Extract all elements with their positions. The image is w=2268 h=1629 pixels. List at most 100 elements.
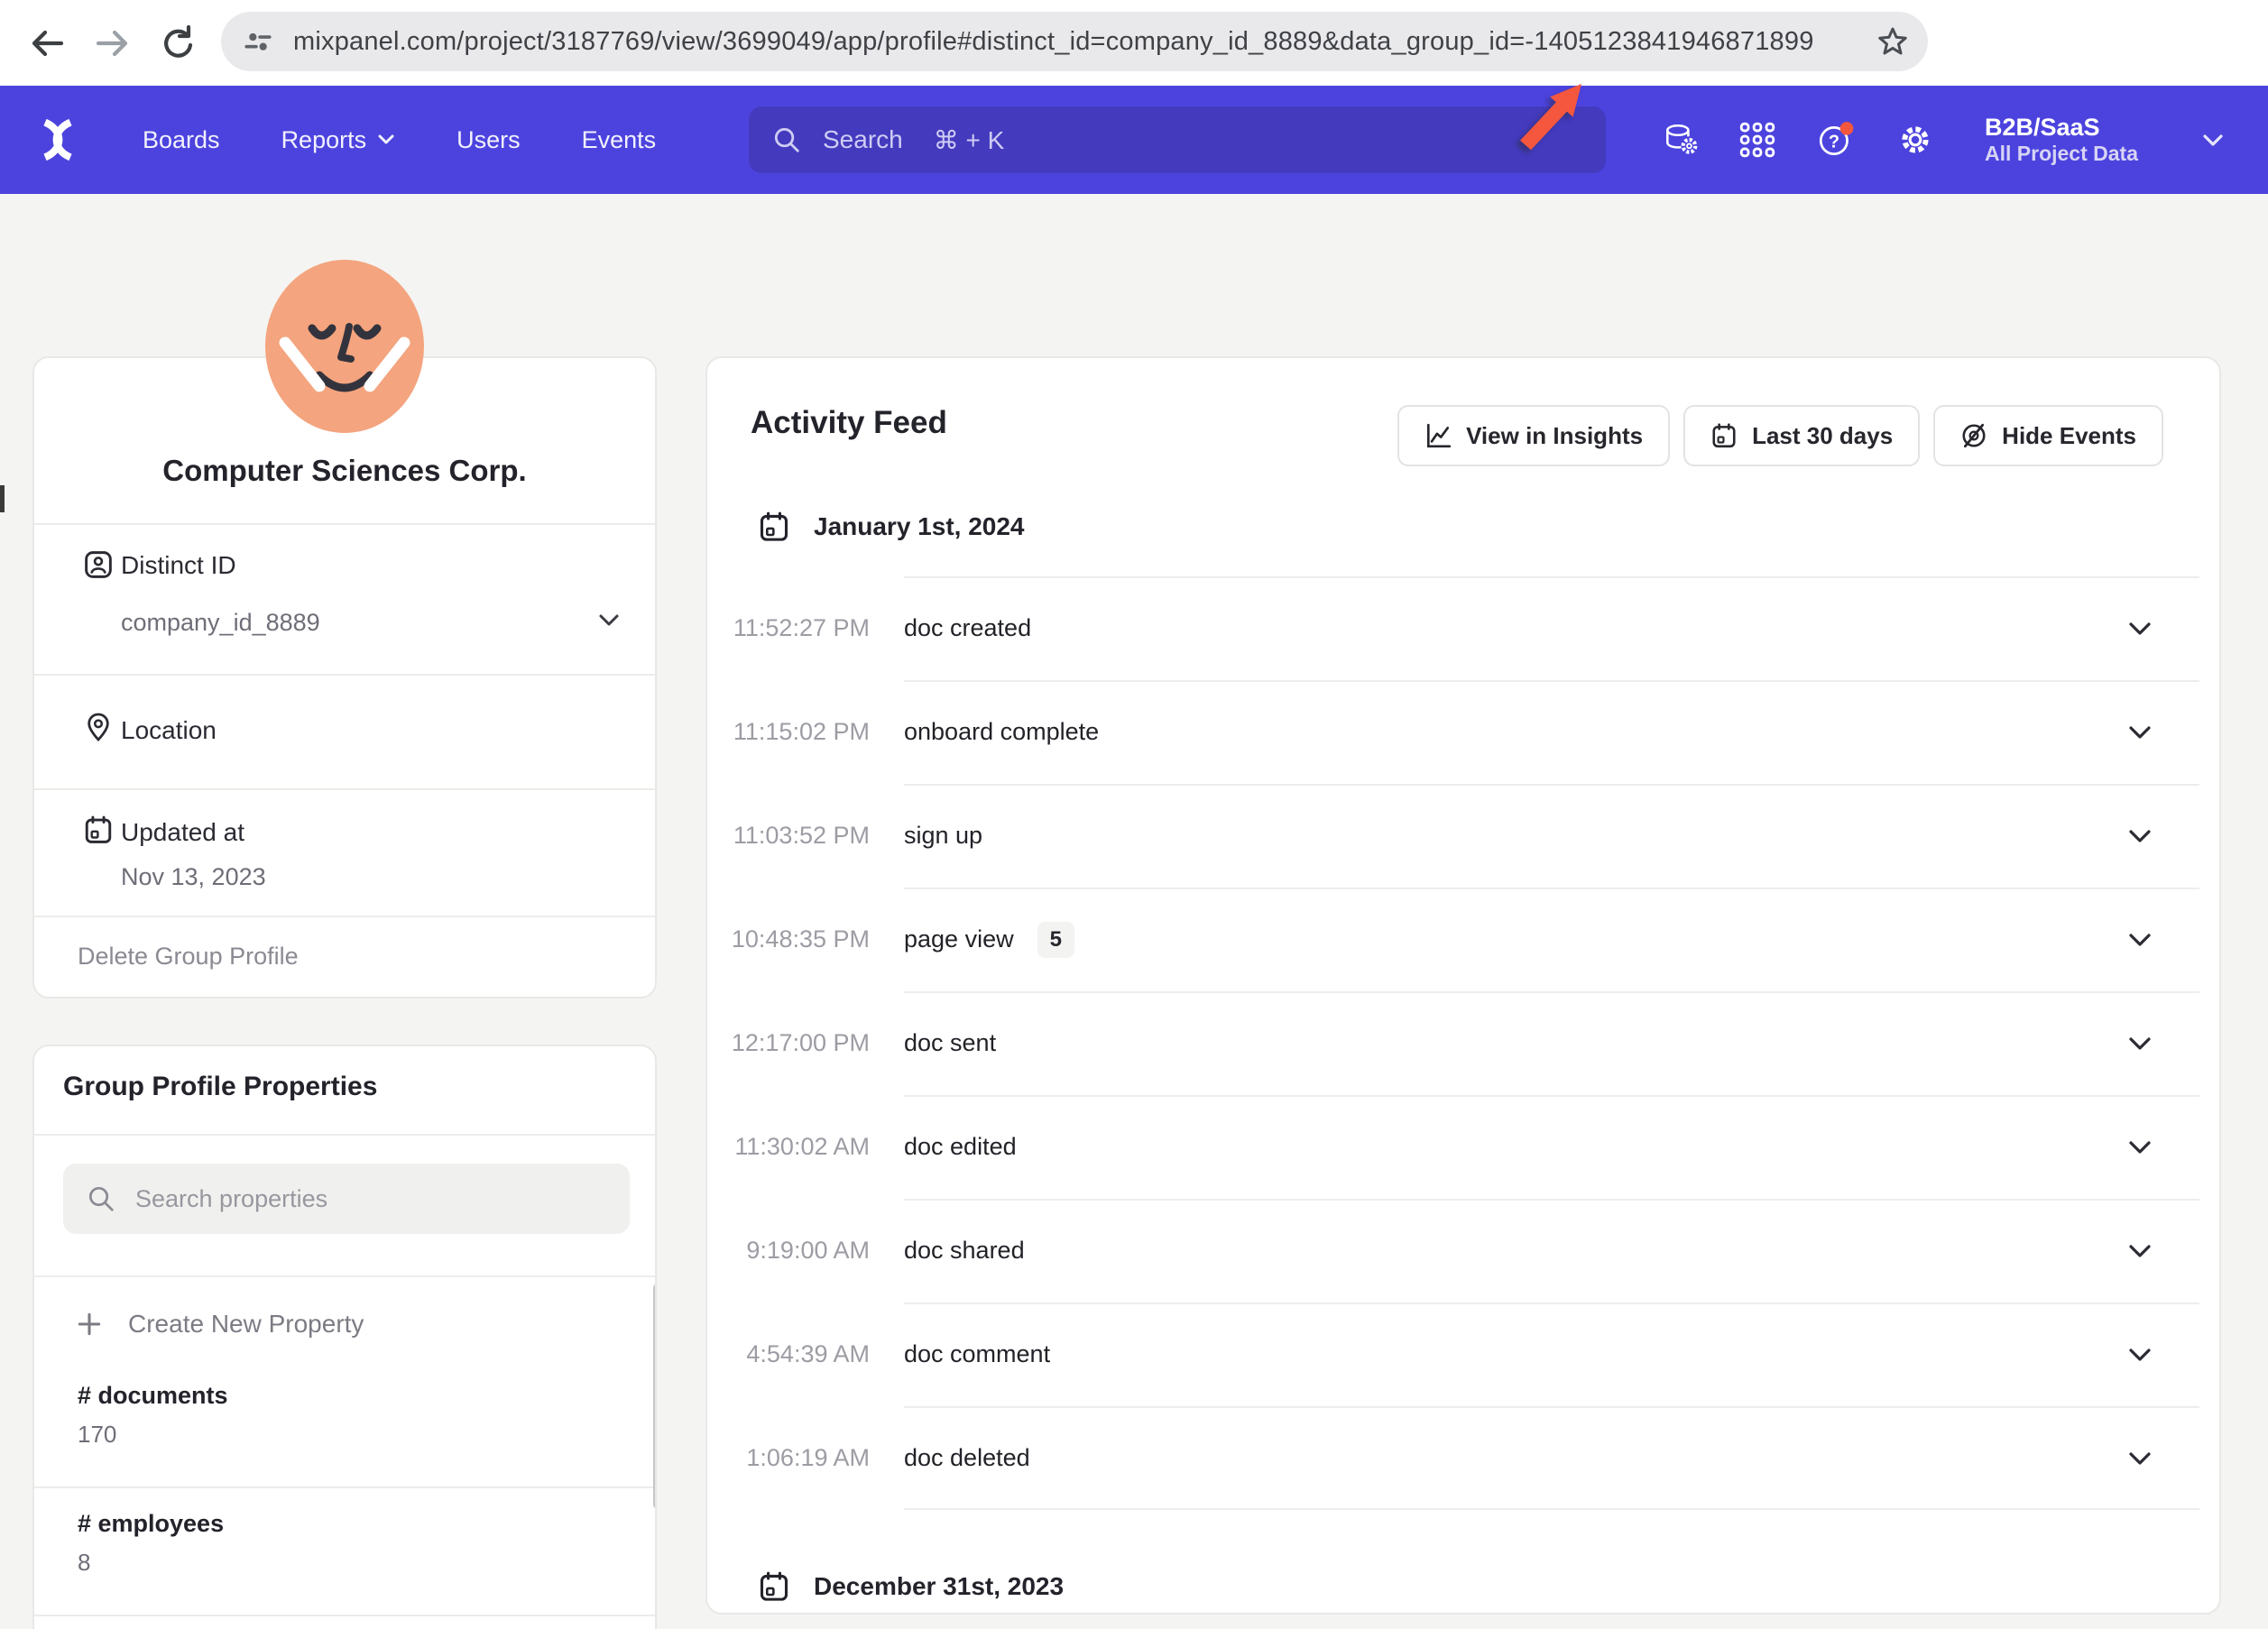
nav-item-users[interactable]: Users [456, 126, 521, 154]
distinct-id-label: Distinct ID [121, 551, 236, 580]
annotation-arrow [1518, 78, 1586, 152]
event-time: 11:03:52 PM [707, 822, 870, 850]
hide-events-button[interactable]: Hide Events [1933, 405, 2163, 466]
group-properties-card: Group Profile Properties Create New Prop… [32, 1045, 657, 1629]
event-expand-chevron-icon[interactable] [2127, 724, 2153, 741]
properties-search-input[interactable] [135, 1185, 559, 1213]
event-time: 11:15:02 PM [707, 718, 870, 746]
activity-feed: January 1st, 2024 11:52:27 PM doc create… [707, 477, 2219, 1615]
nav-item-events[interactable]: Events [582, 126, 657, 154]
delete-group-profile-button[interactable]: Delete Group Profile [78, 943, 299, 971]
site-settings-icon[interactable] [243, 26, 273, 57]
event-time: 1:06:19 AM [707, 1444, 870, 1472]
event-time: 9:19:00 AM [707, 1237, 870, 1265]
chevron-down-icon [377, 133, 395, 146]
property-name: # documents [78, 1382, 655, 1410]
event-expand-chevron-icon[interactable] [2127, 1139, 2153, 1155]
event-time: 4:54:39 AM [707, 1340, 870, 1368]
workspace-chevron-down-icon[interactable] [2201, 133, 2225, 148]
workspace-switcher[interactable]: B2B/SaaS All Project Data [1985, 113, 2138, 167]
event-time: 10:48:35 PM [707, 925, 870, 953]
insights-chart-icon [1424, 422, 1452, 449]
apps-grid-icon[interactable] [1739, 122, 1775, 158]
nav-item-reports[interactable]: Reports [281, 126, 396, 154]
nav-item-boards[interactable]: Boards [143, 126, 220, 154]
properties-search-box[interactable] [63, 1164, 630, 1234]
event-count-badge: 5 [1037, 922, 1074, 958]
distinct-id-chevron-down-icon[interactable] [597, 612, 621, 628]
svg-text:?: ? [1829, 132, 1839, 152]
mixpanel-group-profile-screen: mixpanel.com/project/3187769/view/369904… [0, 0, 2268, 1629]
event-row[interactable]: 10:48:35 PM page view 5 [707, 888, 2219, 991]
event-row[interactable]: 11:30:02 AM doc edited [707, 1095, 2219, 1199]
event-time: 12:17:00 PM [707, 1029, 870, 1057]
global-search-input[interactable]: Search ⌘ + K [749, 106, 1606, 173]
calendar-icon [758, 1570, 790, 1603]
bookmark-star-icon[interactable] [1876, 24, 1910, 59]
url-highlighted-id: -1405123841946871899 [1525, 27, 1813, 57]
url-prefix: mixpanel.com/project/3187769/view/369904… [293, 27, 1525, 56]
calendar-icon [758, 511, 790, 543]
view-in-insights-button[interactable]: View in Insights [1397, 405, 1670, 466]
event-time: 11:30:02 AM [707, 1133, 870, 1161]
workspace-scope: All Project Data [1985, 142, 2138, 167]
event-expand-chevron-icon[interactable] [2127, 932, 2153, 948]
plus-icon [78, 1312, 101, 1336]
workspace-name: B2B/SaaS [1985, 113, 2138, 142]
settings-gear-icon[interactable] [1896, 121, 1934, 159]
search-icon [772, 125, 801, 154]
location-pin-icon [83, 712, 114, 742]
property-item[interactable]: # documents 170 [34, 1360, 655, 1488]
event-name: page view [904, 925, 1014, 953]
activity-actions: View in Insights Last 30 days Hide Event… [1397, 405, 2163, 466]
event-expand-chevron-icon[interactable] [2127, 621, 2153, 637]
properties-title: Group Profile Properties [63, 1072, 377, 1102]
event-expand-chevron-icon[interactable] [2127, 828, 2153, 844]
url-text[interactable]: mixpanel.com/project/3187769/view/369904… [293, 27, 1876, 57]
event-row[interactable]: 1:06:19 AM doc deleted [707, 1406, 2219, 1510]
help-icon[interactable]: ? [1815, 119, 1857, 161]
event-name: doc deleted [904, 1444, 1030, 1472]
search-shortcut: ⌘ + K [934, 125, 1005, 155]
event-expand-chevron-icon[interactable] [2127, 1347, 2153, 1363]
property-item[interactable]: # employees 8 [34, 1488, 655, 1616]
company-name: Computer Sciences Corp. [34, 454, 655, 488]
search-placeholder: Search [823, 125, 903, 154]
event-name: doc edited [904, 1133, 1017, 1161]
search-icon [87, 1184, 115, 1213]
event-name: doc comment [904, 1340, 1050, 1368]
distinct-id-value: company_id_8889 [121, 609, 320, 637]
event-time: 11:52:27 PM [707, 614, 870, 642]
address-bar[interactable]: mixpanel.com/project/3187769/view/369904… [221, 12, 1928, 71]
event-expand-chevron-icon[interactable] [2127, 1035, 2153, 1052]
browser-back-icon[interactable] [27, 23, 67, 63]
event-list: 11:52:27 PM doc created 11:15:02 PM onbo… [707, 576, 2219, 1510]
create-new-property-button[interactable]: Create New Property [34, 1277, 655, 1360]
group-profile-card: Computer Sciences Corp. Distinct ID comp… [32, 356, 657, 999]
calendar-icon [83, 814, 114, 845]
event-row[interactable]: 11:15:02 PM onboard complete [707, 680, 2219, 784]
browser-reload-icon[interactable] [159, 23, 198, 63]
event-row[interactable]: 11:52:27 PM doc created [707, 576, 2219, 680]
data-management-icon[interactable] [1662, 121, 1700, 159]
company-avatar [265, 260, 424, 433]
eye-off-icon [1960, 422, 1987, 449]
event-row[interactable]: 12:17:00 PM doc sent [707, 991, 2219, 1095]
event-name: doc created [904, 614, 1031, 642]
browser-forward-icon[interactable] [93, 23, 133, 63]
event-name: onboard complete [904, 718, 1099, 746]
event-row[interactable]: 9:19:00 AM doc shared [707, 1199, 2219, 1302]
location-label: Location [121, 716, 217, 745]
event-row[interactable]: 4:54:39 AM doc comment [707, 1302, 2219, 1406]
divider [34, 674, 655, 676]
mixpanel-logo-icon[interactable] [32, 115, 83, 165]
calendar-icon [1710, 422, 1738, 449]
event-expand-chevron-icon[interactable] [2127, 1243, 2153, 1259]
date-range-button[interactable]: Last 30 days [1683, 405, 1920, 466]
id-badge-icon [83, 549, 114, 580]
event-row[interactable]: 11:03:52 PM sign up [707, 784, 2219, 888]
event-expand-chevron-icon[interactable] [2127, 1450, 2153, 1467]
properties-scrollbar[interactable] [653, 1283, 657, 1510]
properties-list: Create New Property # documents 170 # em… [34, 1277, 655, 1616]
browser-toolbar: mixpanel.com/project/3187769/view/369904… [0, 0, 2268, 86]
